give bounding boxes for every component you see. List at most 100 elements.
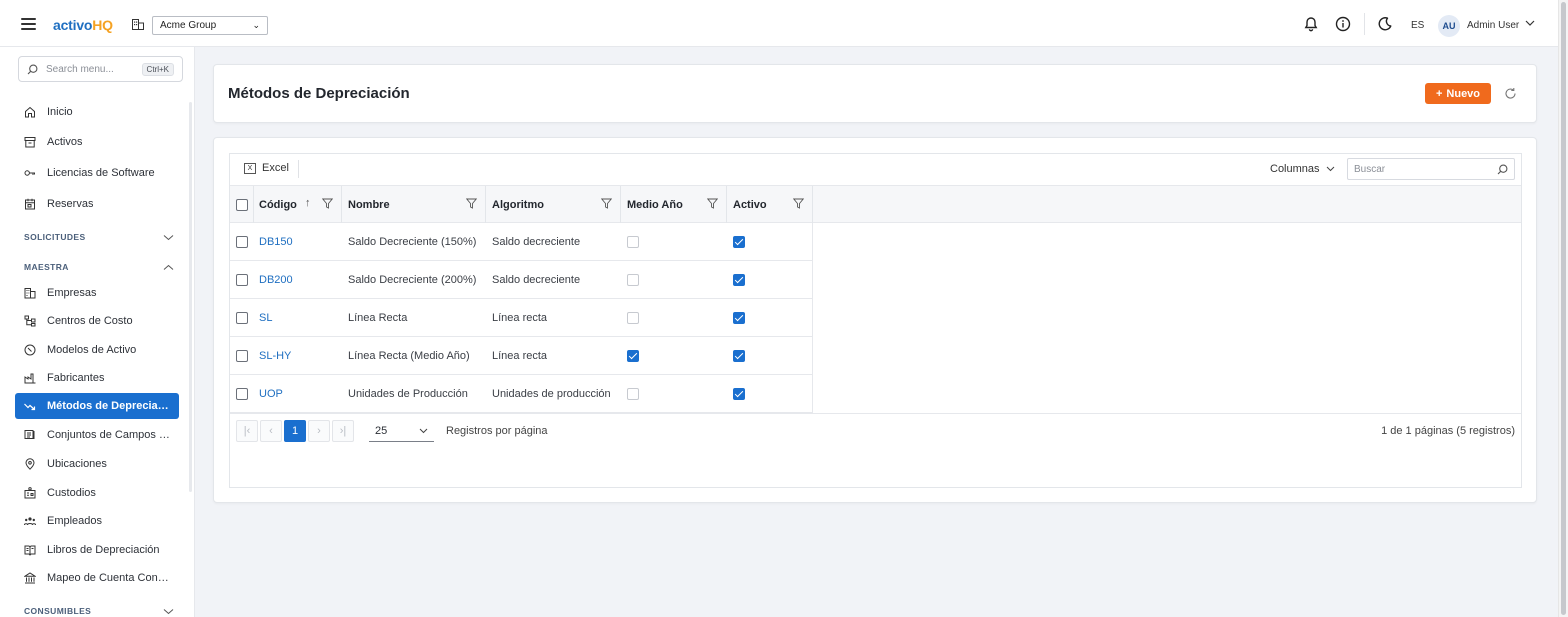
hierarchy-icon [24, 315, 36, 327]
row-checkbox[interactable] [236, 235, 248, 248]
filter-icon[interactable] [322, 198, 333, 209]
export-excel-button[interactable]: X Excel [244, 162, 289, 174]
filter-icon[interactable] [466, 198, 477, 209]
column-header-name[interactable]: Nombre [342, 186, 486, 223]
column-header-label: Medio Año [627, 198, 683, 211]
trend-down-icon [24, 403, 36, 411]
home-icon [25, 106, 35, 118]
row-checkbox[interactable] [236, 349, 248, 362]
chevron-down-icon[interactable] [1525, 19, 1535, 27]
user-name[interactable]: Admin User [1467, 20, 1519, 31]
filter-icon[interactable] [601, 198, 612, 209]
half-year-checkbox [627, 273, 639, 286]
sidebar-item-conjuntos-de-campos[interactable]: Conjuntos de Campos Personalizados [15, 422, 179, 448]
prev-page-button[interactable]: ‹ [260, 420, 282, 442]
chevron-up-icon [163, 264, 174, 270]
sidebar-item-mapeo-de-cuenta[interactable]: Mapeo de Cuenta Contable [15, 565, 179, 591]
sidebar-item-empresas[interactable]: Empresas [15, 280, 179, 306]
columns-chooser-button[interactable]: Columnas [1270, 163, 1335, 175]
sidebar-item-metodos-de-depreciacion[interactable]: Métodos de Depreciación [15, 393, 179, 419]
code-link[interactable]: UOP [259, 375, 283, 412]
page-button-current[interactable]: 1 [284, 420, 306, 442]
select-all-checkbox[interactable] [235, 198, 248, 211]
bank-icon [24, 572, 36, 584]
sidebar-item-inicio[interactable]: Inicio [15, 99, 179, 125]
code-link[interactable]: DB150 [259, 223, 293, 260]
pager-info: 1 de 1 páginas (5 registros) [1381, 425, 1515, 437]
scrollbar-thumb[interactable] [1561, 2, 1566, 615]
custodian-icon [24, 487, 36, 499]
column-header-active[interactable]: Activo [727, 186, 813, 223]
column-header-algorithm[interactable]: Algoritmo [486, 186, 621, 223]
grid-search-placeholder: Buscar [1354, 163, 1386, 175]
bell-icon[interactable] [1303, 16, 1319, 32]
chevron-down-icon [419, 428, 428, 434]
toolbar-divider [1364, 13, 1365, 35]
filter-icon[interactable] [793, 198, 804, 209]
row-select-cell [236, 299, 248, 336]
sidebar-item-fabricantes[interactable]: Fabricantes [15, 365, 179, 391]
section-consumibles[interactable]: CONSUMIBLES [24, 606, 174, 616]
next-page-button[interactable]: › [308, 420, 330, 442]
page-scrollbar[interactable] [1558, 0, 1568, 617]
sidebar-item-empleados[interactable]: Empleados [15, 508, 179, 534]
organization-icon [132, 19, 144, 30]
sidebar-item-modelos-de-activo[interactable]: Modelos de Activo [15, 337, 179, 363]
sidebar-item-libros-de-depreciacion[interactable]: Libros de Depreciación [15, 537, 179, 563]
sidebar-scrollbar[interactable] [189, 102, 192, 492]
sidebar-item-label: Ubicaciones [47, 458, 107, 470]
info-icon[interactable] [1335, 16, 1351, 32]
columns-label: Columnas [1270, 163, 1320, 175]
sidebar-item-ubicaciones[interactable]: Ubicaciones [15, 451, 179, 477]
sidebar-item-label: Métodos de Depreciación [47, 400, 171, 412]
filter-icon[interactable] [707, 198, 718, 209]
grid-header: Código ↑ Nombre Algoritmo Medio Año Acti… [230, 185, 1521, 223]
row-checkbox[interactable] [236, 387, 248, 400]
table-row[interactable]: UOP Unidades de Producción Unidades de p… [230, 375, 813, 413]
sidebar-item-label: Fabricantes [47, 372, 105, 384]
book-icon [24, 545, 36, 556]
sidebar-item-label: Mapeo de Cuenta Contable [47, 572, 171, 584]
grid-search-input[interactable]: Buscar [1347, 158, 1515, 180]
sidebar-item-centros-de-costo[interactable]: Centros de Costo [15, 308, 179, 334]
section-solicitudes[interactable]: SOLICITUDES [24, 232, 174, 242]
hamburger-menu-icon[interactable] [21, 18, 36, 30]
table-row[interactable]: DB200 Saldo Decreciente (200%) Saldo dec… [230, 261, 813, 299]
half-year-checkbox [627, 349, 639, 362]
sidebar-item-reservas[interactable]: Reservas [15, 191, 179, 217]
sidebar-item-label: Custodios [47, 487, 96, 499]
refresh-icon[interactable] [1504, 87, 1517, 100]
first-page-button[interactable]: |‹ [236, 420, 258, 442]
section-maestra[interactable]: MAESTRA [24, 262, 174, 272]
sidebar-item-activos[interactable]: Activos [15, 129, 179, 155]
calendar-icon [25, 198, 35, 210]
language-switch[interactable]: ES [1411, 20, 1424, 31]
table-row[interactable]: SL-HY Línea Recta (Medio Año) Línea rect… [230, 337, 813, 375]
row-checkbox[interactable] [236, 311, 248, 324]
menu-search-input[interactable]: Search menu... Ctrl+K [18, 56, 183, 82]
sidebar-item-custodios[interactable]: Custodios [15, 480, 179, 506]
sidebar-item-licencias[interactable]: Licencias de Software [15, 160, 179, 186]
code-link[interactable]: SL [259, 299, 272, 336]
last-page-button[interactable]: ›| [332, 420, 354, 442]
new-button[interactable]: + Nuevo [1425, 83, 1491, 104]
column-header-code[interactable]: Código ↑ [254, 186, 342, 223]
app-logo[interactable]: activoHQ [53, 17, 113, 33]
page-size-select[interactable]: 25 [369, 421, 434, 442]
sidebar-item-label: Reservas [47, 198, 94, 210]
sort-ascending-icon[interactable]: ↑ [305, 197, 311, 209]
organization-select[interactable]: Acme Group ⌄ [152, 16, 268, 35]
avatar[interactable]: AU [1438, 15, 1460, 37]
table-row[interactable]: SL Línea Recta Línea recta [230, 299, 813, 337]
column-header-label: Algoritmo [492, 198, 544, 211]
section-label: CONSUMIBLES [24, 606, 92, 616]
sidebar-item-label: Empresas [47, 287, 97, 299]
table-row[interactable]: DB150 Saldo Decreciente (150%) Saldo dec… [230, 223, 813, 261]
column-header-half-year[interactable]: Medio Año [621, 186, 727, 223]
row-checkbox[interactable] [236, 273, 248, 286]
page-header-card [213, 64, 1537, 123]
moon-icon[interactable] [1377, 16, 1393, 32]
fields-icon [24, 430, 35, 439]
code-link[interactable]: DB200 [259, 261, 293, 298]
code-link[interactable]: SL-HY [259, 337, 291, 374]
